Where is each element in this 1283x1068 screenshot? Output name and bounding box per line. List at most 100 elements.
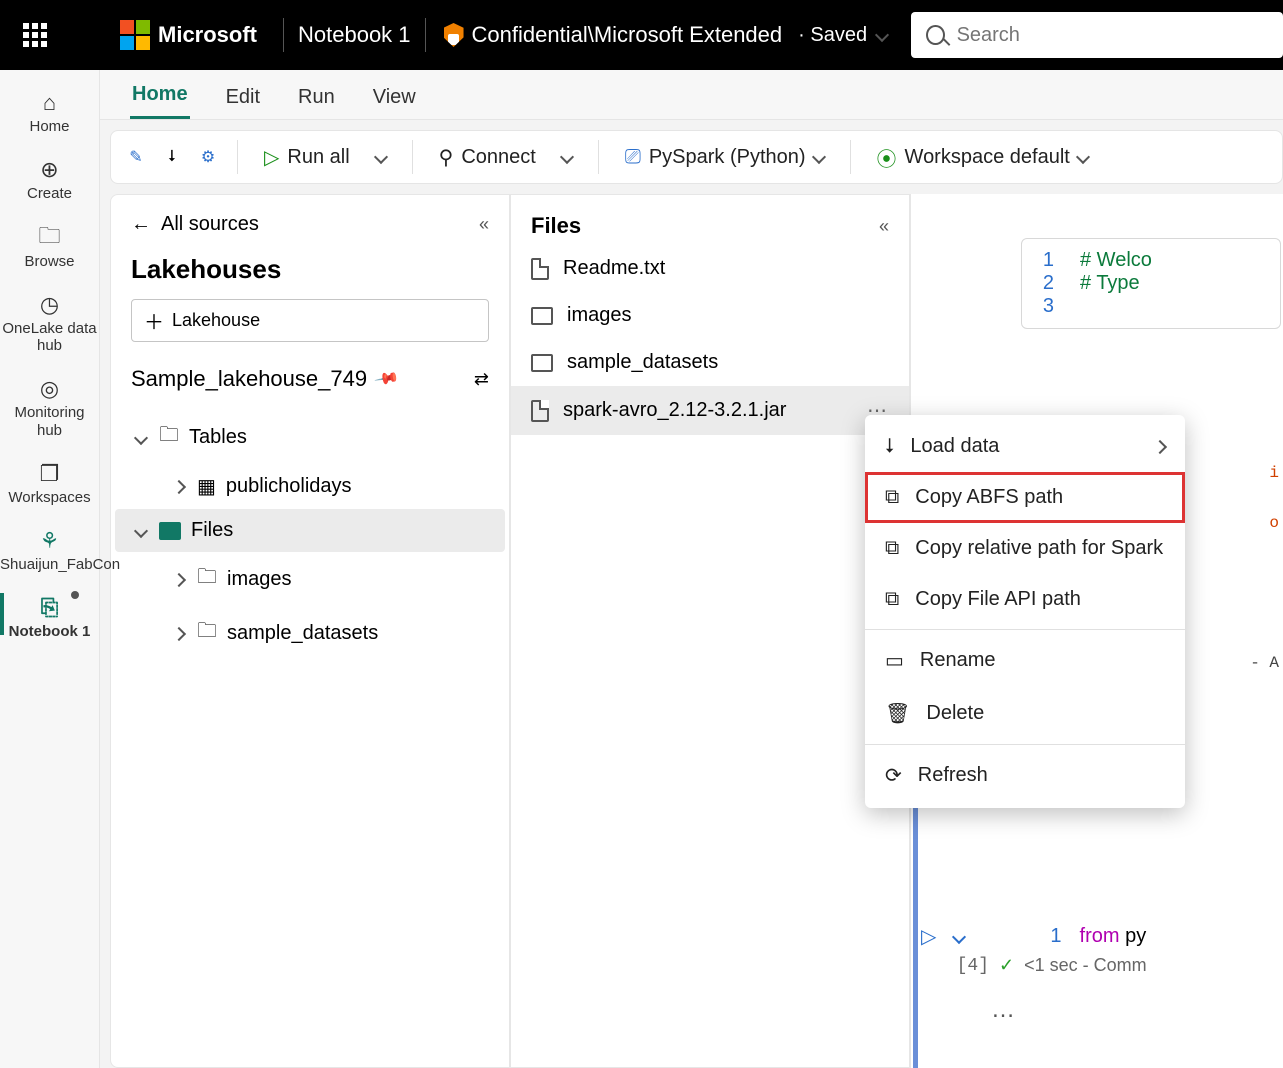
- folder-icon: 🗀: [197, 616, 217, 650]
- tree-label: images: [227, 568, 291, 591]
- search-icon: [926, 25, 945, 45]
- rail-browse[interactable]: 🗀 Browse: [0, 215, 99, 280]
- chevron-right-icon: [1155, 435, 1165, 458]
- app-launcher-icon[interactable]: [0, 23, 70, 47]
- ctx-load-data[interactable]: ⭣ Load data: [865, 421, 1185, 472]
- add-lakehouse-label: Lakehouse: [172, 310, 260, 331]
- rail-home[interactable]: ⌂ Home: [0, 80, 99, 145]
- run-cell-icon[interactable]: ▷: [921, 924, 936, 949]
- save-status[interactable]: · Saved: [798, 24, 887, 47]
- language-label: PySpark (Python): [649, 146, 806, 169]
- people-icon: ⚘: [0, 526, 99, 556]
- tab-home[interactable]: Home: [130, 73, 190, 119]
- swap-icon[interactable]: ⇄: [474, 369, 489, 390]
- separator: [412, 140, 413, 174]
- rail-onelake[interactable]: ◷ OneLake data hub: [0, 282, 99, 365]
- trash-icon: 🗑: [885, 701, 910, 726]
- sensitivity-label[interactable]: Confidential\Microsoft Extended: [444, 22, 783, 48]
- file-name: Readme.txt: [563, 257, 665, 280]
- globe-icon: ◷: [0, 290, 99, 320]
- copy-icon: ⧉: [885, 588, 899, 611]
- tree-label: publicholidays: [226, 475, 352, 498]
- tree-table-publicholidays[interactable]: ▦ publicholidays: [115, 464, 505, 509]
- file-spark-avro-jar[interactable]: spark-avro_2.12-3.2.1.jar ⋯: [511, 386, 909, 435]
- status-text: <1 sec - Comm: [1024, 955, 1147, 976]
- ctx-label: Load data: [910, 435, 999, 458]
- tab-edit[interactable]: Edit: [224, 76, 262, 119]
- ctx-refresh[interactable]: ⟳ Refresh: [865, 749, 1185, 802]
- ctx-copy-abfs-path[interactable]: ⧉ Copy ABFS path: [865, 472, 1185, 523]
- plus-icon: ＋: [144, 306, 164, 335]
- run-all-button[interactable]: ▷ Run all: [256, 139, 394, 176]
- copy-icon: ⧉: [885, 537, 899, 560]
- ctx-copy-file-api-path[interactable]: ⧉ Copy File API path: [865, 574, 1185, 625]
- rail-create[interactable]: ⊕ Create: [0, 147, 99, 212]
- edit-note-icon[interactable]: ✎: [125, 146, 147, 168]
- files-panel: Files « Readme.txt images sample_dataset…: [510, 194, 910, 1068]
- search-input[interactable]: [957, 24, 1268, 47]
- check-icon: ✓: [999, 955, 1014, 976]
- exec-count: [4]: [921, 956, 989, 976]
- files-title: Files: [531, 213, 581, 239]
- tree-folder-sample-datasets[interactable]: 🗀 sample_datasets: [115, 606, 505, 660]
- tree-folder-images[interactable]: 🗀 images: [115, 552, 505, 606]
- ctx-delete[interactable]: 🗑 Delete: [865, 687, 1185, 740]
- rail-monitoring[interactable]: ◎ Monitoring hub: [0, 366, 99, 449]
- play-icon: ▷: [264, 145, 279, 170]
- collapse-panel-icon[interactable]: «: [879, 216, 889, 237]
- stack-icon: ❐: [0, 459, 99, 489]
- language-icon: ⎚: [625, 146, 641, 169]
- language-picker[interactable]: ⎚ PySpark (Python): [617, 140, 832, 175]
- tab-run[interactable]: Run: [296, 76, 337, 119]
- plus-circle-icon: ⊕: [0, 155, 99, 185]
- brand: Microsoft: [70, 20, 269, 50]
- pin-icon[interactable]: 📌: [373, 365, 401, 393]
- tree-label: sample_datasets: [227, 622, 378, 645]
- download-icon[interactable]: ⭣: [161, 146, 183, 168]
- chevron-right-icon: [171, 568, 187, 591]
- download-icon: ⭣: [885, 435, 894, 458]
- ctx-rename[interactable]: ▭ Rename: [865, 634, 1185, 687]
- left-rail: ⌂ Home ⊕ Create 🗀 Browse ◷ OneLake data …: [0, 70, 100, 1068]
- rail-workspaces[interactable]: ❐ Workspaces: [0, 451, 99, 516]
- toolbar: ✎ ⭣ ⚙ ▷ Run all ⚲ Connect ⎚ PySpark (Pyt…: [110, 130, 1283, 184]
- rail-notebook[interactable]: ⎘ Notebook 1: [0, 585, 99, 650]
- folder-sample-datasets[interactable]: sample_datasets: [511, 339, 909, 386]
- chevron-down-icon: [560, 150, 574, 164]
- tree-files[interactable]: Files: [115, 509, 505, 552]
- code-text: # Welco: [1080, 249, 1152, 272]
- chevron-down-icon: [374, 150, 388, 164]
- divider: [283, 18, 284, 52]
- gear-icon[interactable]: ⚙: [197, 146, 219, 168]
- environment-picker[interactable]: ⦿ Workspace default: [869, 137, 1096, 178]
- code-text: # Type: [1080, 272, 1140, 295]
- sources-back-label[interactable]: All sources: [161, 213, 259, 236]
- overflow-text: i: [1269, 464, 1279, 482]
- folder-images[interactable]: images: [511, 292, 909, 339]
- search-box[interactable]: [911, 12, 1283, 58]
- connect-button[interactable]: ⚲ Connect: [431, 139, 580, 176]
- add-lakehouse-button[interactable]: ＋ Lakehouse: [131, 299, 489, 342]
- lakehouse-header[interactable]: Sample_lakehouse_749 📌 ⇄: [111, 360, 509, 410]
- notebook-title[interactable]: Notebook 1: [298, 22, 411, 48]
- microsoft-logo-icon: [120, 20, 150, 50]
- code-cell-2[interactable]: ▷ 1 from py [4] ✓ <1 sec - Comm …: [921, 924, 1283, 1024]
- back-arrow-icon[interactable]: ←: [131, 213, 151, 236]
- file-name: sample_datasets: [567, 351, 718, 374]
- chevron-down-icon[interactable]: [954, 925, 964, 948]
- top-bar: Microsoft Notebook 1 Confidential\Micros…: [0, 0, 1283, 70]
- plug-icon: ⚲: [439, 145, 454, 170]
- tree-tables[interactable]: 🗀 Tables: [115, 410, 505, 464]
- more-options-icon[interactable]: …: [991, 996, 1283, 1024]
- collapse-panel-icon[interactable]: «: [479, 214, 489, 235]
- rail-workspace-user[interactable]: ⚘ Shuaijun_FabCon: [0, 518, 99, 583]
- ctx-copy-relative-path[interactable]: ⧉ Copy relative path for Spark: [865, 523, 1185, 574]
- tab-view[interactable]: View: [371, 76, 418, 119]
- tree-label: Files: [191, 519, 233, 542]
- file-readme[interactable]: Readme.txt: [511, 245, 909, 292]
- file-icon: [531, 258, 549, 280]
- tree-label: Tables: [189, 426, 247, 449]
- code-cell-1[interactable]: 1# Welco 2# Type 3: [1021, 238, 1281, 329]
- rename-icon: ▭: [885, 648, 904, 673]
- ctx-label: Copy ABFS path: [915, 486, 1063, 509]
